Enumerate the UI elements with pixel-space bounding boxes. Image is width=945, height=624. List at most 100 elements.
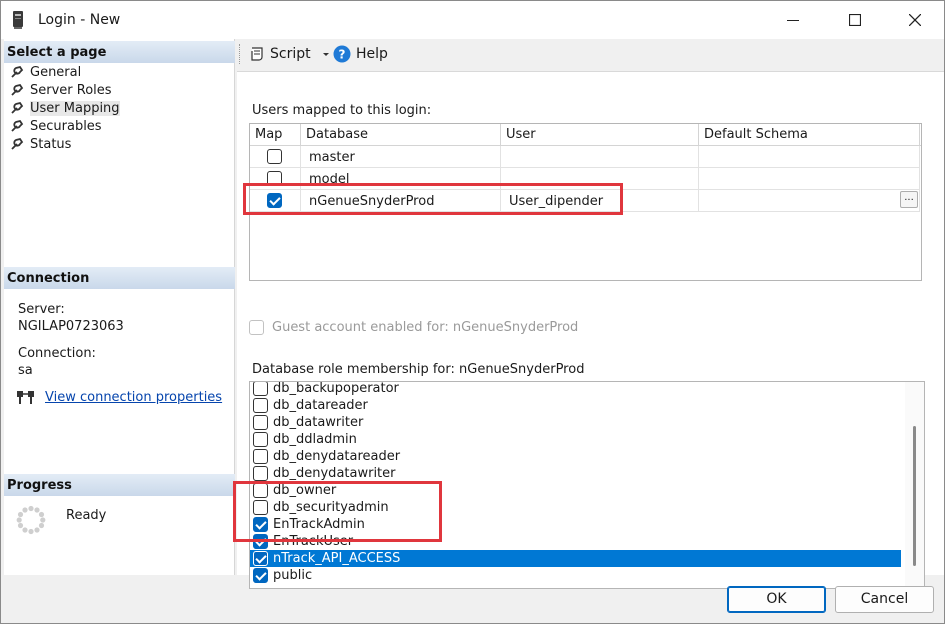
page-status[interactable]: Status <box>8 135 120 153</box>
table-row: model <box>250 168 921 190</box>
role-label: EnTrackAdmin <box>273 517 365 532</box>
app-icon <box>13 11 23 29</box>
wrench-icon <box>11 65 24 78</box>
connection-info: Server: NGILAP0723063 Connection: sa <box>18 301 124 379</box>
progress-status: Ready <box>66 508 107 523</box>
list-item[interactable]: db_ddladmin <box>250 431 901 448</box>
page-general[interactable]: General <box>8 63 120 81</box>
help-button[interactable]: ? Help <box>333 43 388 65</box>
right-pane: Script ? Help Users mapped to this login… <box>237 39 944 589</box>
role-checkbox[interactable] <box>253 551 268 566</box>
select-page-header: Select a page <box>4 41 235 63</box>
table-row: master <box>250 146 921 168</box>
role-checkbox[interactable] <box>253 517 268 532</box>
role-label: public <box>273 568 313 583</box>
list-item[interactable]: db_denydatareader <box>250 448 901 465</box>
list-item[interactable]: db_denydatawriter <box>250 465 901 482</box>
users-mapped-label: Users mapped to this login: <box>252 103 432 118</box>
role-label: db_ddladmin <box>273 432 357 447</box>
script-icon <box>251 47 263 61</box>
guest-checkbox[interactable] <box>249 320 264 335</box>
database-cell: master <box>301 146 501 168</box>
list-item[interactable]: db_securityadmin <box>250 499 901 516</box>
maximize-button[interactable] <box>832 1 878 39</box>
wrench-icon <box>11 137 24 150</box>
view-connection-properties[interactable]: View connection properties <box>16 389 222 405</box>
role-checkbox[interactable] <box>253 483 268 498</box>
col-map[interactable]: Map <box>250 124 301 146</box>
role-label: db_denydatareader <box>273 449 401 464</box>
user-cell[interactable] <box>501 168 699 190</box>
wrench-icon <box>11 101 24 114</box>
map-checkbox-ngenuesnyderprod[interactable] <box>267 193 282 208</box>
guest-label: Guest account enabled for: nGenueSnyderP… <box>272 320 579 335</box>
list-item[interactable]: public <box>250 567 901 584</box>
scrollbar-thumb[interactable] <box>913 426 916 566</box>
server-value: NGILAP0723063 <box>18 319 124 334</box>
minimize-icon <box>787 20 799 21</box>
user-mapping-content: Users mapped to this login: Map Database… <box>237 71 944 589</box>
col-default-schema[interactable]: Default Schema <box>699 124 920 146</box>
schema-browse-button[interactable]: ... <box>900 191 918 208</box>
page-list: General Server Roles User Mapping Secura… <box>8 63 120 153</box>
connection-value: sa <box>18 363 33 378</box>
page-server-roles[interactable]: Server Roles <box>8 81 120 99</box>
page-securables[interactable]: Securables <box>8 117 120 135</box>
role-label: db_backupoperator <box>273 381 399 396</box>
map-cell <box>250 146 301 168</box>
toolbar-grip <box>239 44 240 64</box>
chevron-down-icon <box>322 53 329 56</box>
role-checkbox[interactable] <box>253 449 268 464</box>
user-cell[interactable] <box>501 146 699 168</box>
list-item[interactable]: EnTrackUser <box>250 533 901 550</box>
left-pane: Select a page General Server Roles User … <box>4 39 235 575</box>
role-label: db_datareader <box>273 398 368 413</box>
minimize-button[interactable] <box>770 1 816 39</box>
script-button[interactable]: Script <box>249 43 338 65</box>
list-item[interactable]: db_datareader <box>250 397 901 414</box>
role-checkbox[interactable] <box>253 534 268 549</box>
schema-cell[interactable] <box>699 168 920 190</box>
role-list-scrollbar[interactable] <box>905 382 924 588</box>
page-user-mapping[interactable]: User Mapping <box>8 99 120 117</box>
role-membership-list: db_backupoperator db_datareader db_datawri… <box>249 381 925 589</box>
schema-cell[interactable] <box>699 146 920 168</box>
ok-button[interactable]: OK <box>727 586 826 613</box>
help-icon: ? <box>333 45 351 63</box>
wrench-icon <box>11 83 24 96</box>
close-button[interactable] <box>892 1 938 39</box>
cancel-button[interactable]: Cancel <box>835 586 934 613</box>
role-label: db_owner <box>273 483 337 498</box>
role-checkbox[interactable] <box>253 500 268 515</box>
role-checkbox[interactable] <box>253 432 268 447</box>
list-item[interactable]: EnTrackAdmin <box>250 516 901 533</box>
list-item[interactable]: db_owner <box>250 482 901 499</box>
connection-label: Connection: <box>18 346 96 361</box>
col-database[interactable]: Database <box>301 124 501 146</box>
connection-plug-icon <box>17 391 34 404</box>
page-label: Status <box>30 136 72 152</box>
role-checkbox[interactable] <box>253 466 268 481</box>
role-checkbox[interactable] <box>253 568 268 583</box>
role-checkbox[interactable] <box>253 382 268 396</box>
help-label: Help <box>356 46 388 62</box>
role-checkbox[interactable] <box>253 398 268 413</box>
col-user[interactable]: User <box>501 124 699 146</box>
map-checkbox-master[interactable] <box>267 149 282 164</box>
schema-cell[interactable] <box>699 190 920 212</box>
role-label: db_denydatawriter <box>273 466 396 481</box>
svg-text:?: ? <box>339 48 346 62</box>
login-dialog: Login - New Select a page General Server… <box>0 0 945 624</box>
window-title: Login - New <box>38 12 121 28</box>
role-checkbox[interactable] <box>253 415 268 430</box>
map-checkbox-model[interactable] <box>267 171 282 186</box>
list-item[interactable]: db_datawriter <box>250 414 901 431</box>
role-membership-label: Database role membership for: nGenueSnyd… <box>252 362 585 377</box>
progress-header: Progress <box>4 474 235 496</box>
list-item[interactable]: db_backupoperator <box>250 381 901 397</box>
user-cell[interactable]: User_dipender <box>501 190 699 212</box>
list-item[interactable]: nTrack_API_ACCESS <box>250 550 901 567</box>
database-cell: model <box>301 168 501 190</box>
script-label: Script <box>270 46 311 62</box>
view-connection-link[interactable]: View connection properties <box>45 390 222 405</box>
